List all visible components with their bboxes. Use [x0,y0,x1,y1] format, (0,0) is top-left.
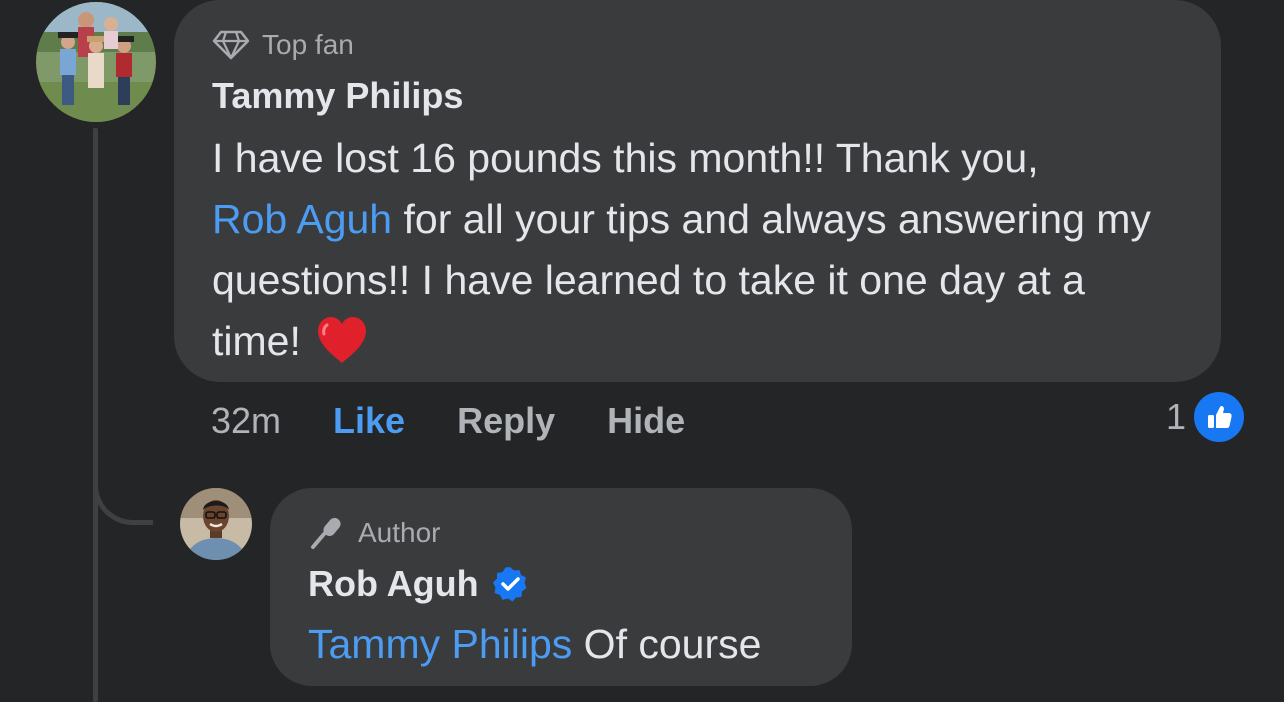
comment-actions: 32m Like Reply Hide [211,396,737,446]
microphone-icon [311,517,341,549]
badge-label: Author [358,517,441,548]
reaction-count: 1 [1166,396,1187,437]
comment-text: I have lost 16 pounds this month!! Thank… [212,128,1185,382]
comment-timestamp[interactable]: 32m [211,400,281,442]
reaction-summary[interactable]: 1 [1166,392,1245,442]
mention-link[interactable]: Tammy Philips [308,621,572,667]
like-button[interactable]: Like [333,400,405,442]
thumbs-up-icon [1194,392,1245,442]
reply-text: Tammy Philips Of course [308,616,822,672]
hide-button[interactable]: Hide [607,400,685,442]
avatar-tammy[interactable] [36,2,156,122]
reply-author-name[interactable]: Rob Aguh [308,564,479,604]
thread-line [93,128,98,702]
comment-text-line1: I have lost 16 pounds this month!! Thank… [212,135,1039,181]
top-fan-badge[interactable]: Top fan [212,28,1185,62]
diamond-icon [212,30,250,60]
mention-link[interactable]: Rob Aguh [212,196,392,242]
thread-connector [93,440,153,525]
comment-bubble: Top fan Tammy Philips I have lost 16 pou… [174,0,1221,382]
avatar-rob[interactable] [180,488,252,560]
comment-author-name[interactable]: Tammy Philips [212,76,463,116]
reply-bubble: Author Rob Aguh Tammy Philips Of course [270,488,852,686]
heart-emoji [315,315,369,382]
reply-button[interactable]: Reply [457,400,555,442]
author-badge[interactable]: Author [308,516,822,550]
verified-badge-icon [491,565,529,603]
reply-text-body: Of course [572,621,762,667]
badge-label: Top fan [262,29,354,60]
